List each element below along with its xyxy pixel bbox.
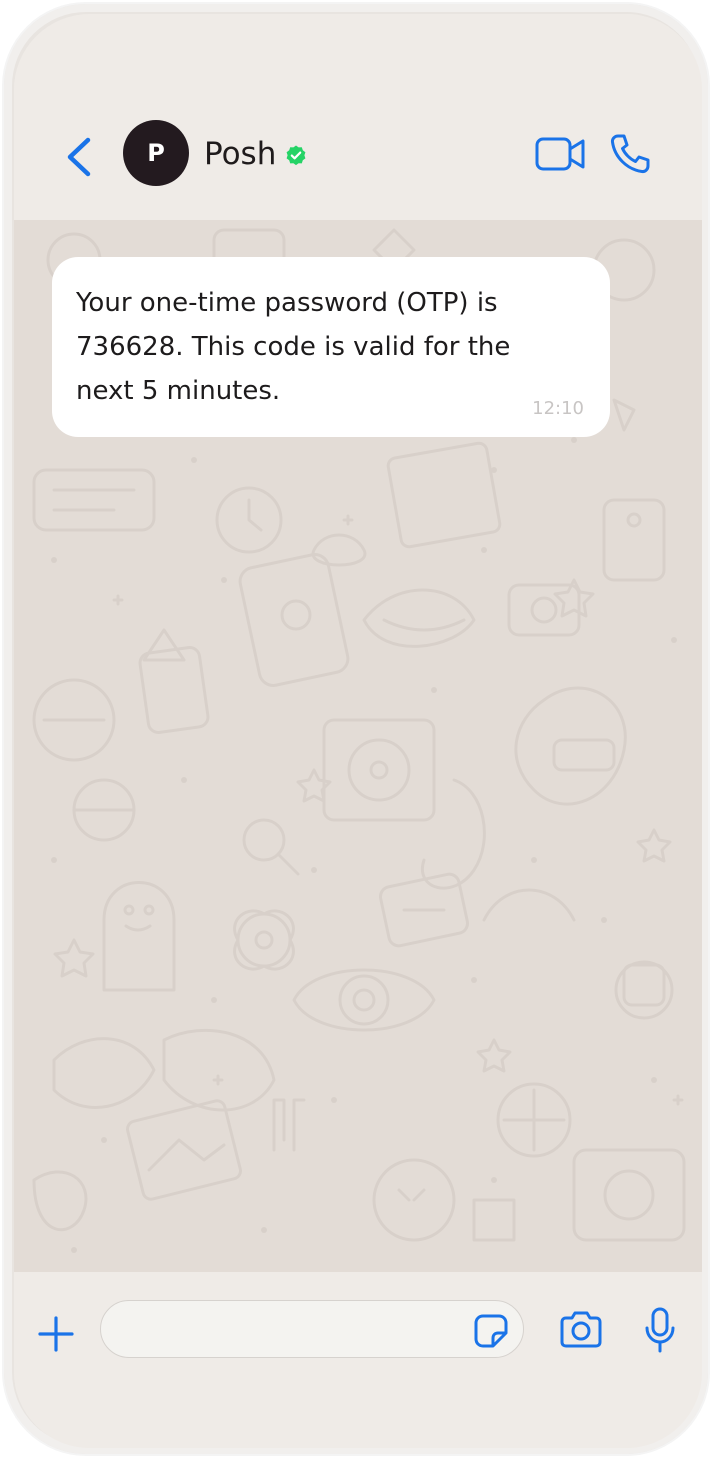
chevron-left-icon	[67, 137, 91, 177]
message-input[interactable]	[100, 1300, 524, 1358]
video-camera-icon	[535, 137, 585, 171]
avatar-letter: P	[147, 139, 165, 167]
chat-area[interactable]: Your one-time password (OTP) is 736628. …	[14, 220, 702, 1272]
back-button[interactable]	[60, 132, 100, 182]
sticker-icon	[474, 1314, 508, 1348]
message-timestamp: 12:10	[532, 398, 584, 419]
contact-avatar[interactable]: P	[123, 120, 189, 186]
phone-icon	[610, 134, 650, 174]
voice-message-button[interactable]	[644, 1306, 676, 1354]
camera-icon	[560, 1311, 602, 1348]
sticker-button[interactable]	[474, 1314, 508, 1348]
message-bubble[interactable]: Your one-time password (OTP) is 736628. …	[52, 257, 610, 437]
chat-header: P Posh	[14, 14, 702, 220]
phone-frame: P Posh Your one-time password (OTP) is 7…	[2, 2, 710, 1456]
camera-button[interactable]	[558, 1310, 604, 1350]
microphone-icon	[645, 1307, 675, 1353]
contact-name[interactable]: Posh	[204, 134, 276, 174]
chat-screen: P Posh Your one-time password (OTP) is 7…	[14, 14, 702, 1448]
plus-icon	[38, 1316, 74, 1352]
message-composer	[14, 1272, 702, 1448]
verified-badge-icon	[284, 144, 308, 168]
message-text: Your one-time password (OTP) is 736628. …	[76, 288, 511, 406]
video-call-button[interactable]	[534, 134, 588, 174]
voice-call-button[interactable]	[608, 132, 652, 176]
attach-button[interactable]	[36, 1314, 76, 1354]
